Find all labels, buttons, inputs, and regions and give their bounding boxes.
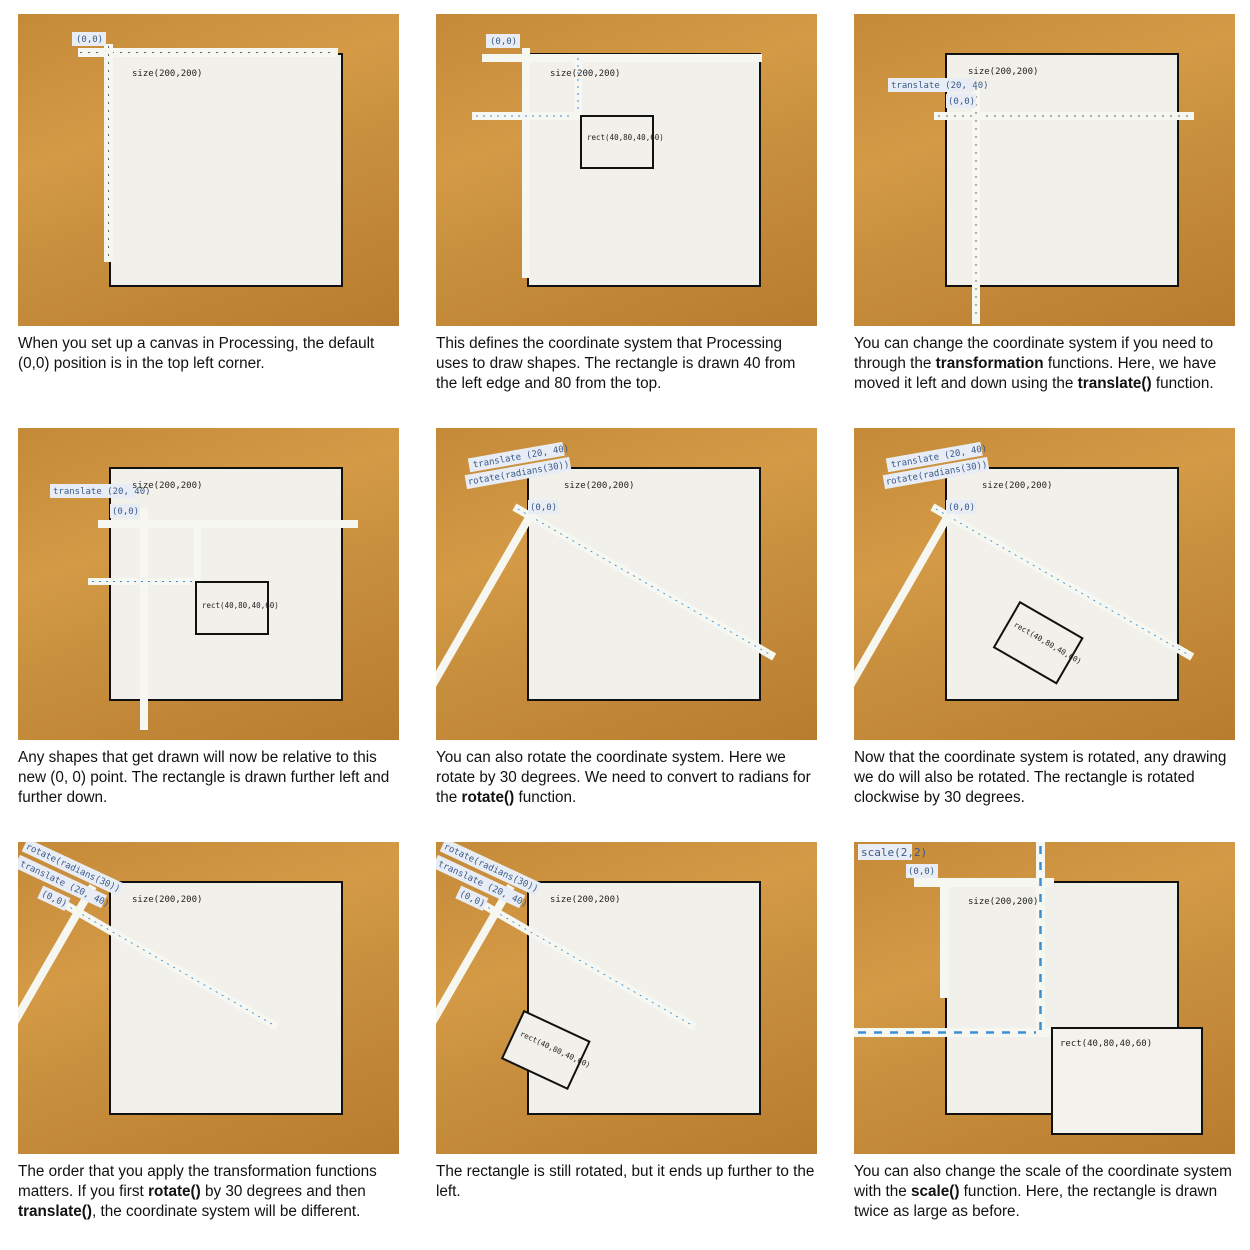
rotated-y-axis bbox=[854, 498, 961, 711]
translate-label: translate (20, 40) bbox=[891, 81, 989, 91]
panel-8-caption: The rectangle is still rotated, but it e… bbox=[436, 1162, 817, 1202]
size-label: size(200,200) bbox=[550, 69, 620, 79]
scale-label: scale(2,2) bbox=[861, 846, 927, 859]
caption-term: rotate() bbox=[461, 789, 515, 806]
y-axis-strip bbox=[522, 48, 530, 278]
panel-2-illustration: (0,0) size(200,200) rect(40,80,40,60) bbox=[472, 34, 762, 287]
panel-1-illustration: (0,0) size(200,200) bbox=[72, 32, 343, 287]
origin-label: (0,0) bbox=[948, 97, 975, 107]
panel-7-caption: The order that you apply the transformat… bbox=[18, 1162, 399, 1222]
size-label: size(200,200) bbox=[564, 481, 634, 491]
translated-y-axis bbox=[140, 508, 148, 730]
origin-label: (0,0) bbox=[530, 503, 557, 513]
panel-9-caption: You can also change the scale of the coo… bbox=[854, 1162, 1235, 1222]
caption-term: translate() bbox=[1077, 375, 1152, 392]
rect-label: rect(40,80,40,60) bbox=[1060, 1039, 1152, 1049]
panel-8-photo: rotate(radians(30)) translate (20, 40) (… bbox=[436, 842, 817, 1154]
size-label: size(200,200) bbox=[968, 67, 1038, 77]
rotated-y-axis bbox=[18, 884, 97, 1044]
origin-label: (0,0) bbox=[76, 35, 103, 45]
panel-8-illustration: rotate(radians(30)) translate (20, 40) (… bbox=[436, 842, 761, 1115]
panel-1-photo: (0,0) size(200,200) bbox=[18, 14, 399, 326]
panel-9-photo: scale(2,2) (0,0) size(200,200) rect(40,8… bbox=[854, 842, 1235, 1154]
rotated-y-axis bbox=[436, 884, 515, 1044]
rect-label: rect(40,80,40,60) bbox=[202, 601, 279, 610]
x-axis-strip bbox=[914, 878, 1054, 887]
size-label: size(200,200) bbox=[550, 895, 620, 905]
rotated-y-axis bbox=[436, 498, 543, 711]
label-stack: rotate(radians(30)) translate (20, 40) (… bbox=[436, 842, 542, 911]
label-stack: rotate(radians(30)) translate (20, 40) (… bbox=[18, 842, 124, 911]
size-label: size(200,200) bbox=[968, 897, 1038, 907]
caption-term: scale() bbox=[910, 1183, 960, 1200]
y-axis-strip bbox=[104, 44, 113, 262]
paper-canvas bbox=[110, 54, 342, 286]
panel-2-caption: This defines the coordinate system that … bbox=[436, 334, 817, 394]
caption-text: Any shapes that get drawn will now be re… bbox=[18, 749, 390, 806]
translated-x-axis bbox=[98, 520, 358, 528]
caption-text: function. bbox=[514, 789, 577, 806]
panel-3-photo: translate (20, 40) (0,0) size(200,200) bbox=[854, 14, 1235, 326]
size-label: size(200,200) bbox=[132, 481, 202, 491]
origin-label: (0,0) bbox=[490, 37, 517, 47]
caption-text: by 30 degrees and then bbox=[200, 1183, 366, 1200]
panel-5-illustration: translate (20, 40) rotate(radians(30)) (… bbox=[436, 441, 777, 711]
size-label: size(200,200) bbox=[132, 69, 202, 79]
panel-5-caption: You can also rotate the coordinate syste… bbox=[436, 748, 817, 808]
panel-5-photo: translate (20, 40) rotate(radians(30)) (… bbox=[436, 428, 817, 740]
panel-2-photo: (0,0) size(200,200) rect(40,80,40,60) bbox=[436, 14, 817, 326]
caption-term: transformation bbox=[935, 355, 1044, 372]
caption-text: function. bbox=[1151, 375, 1214, 392]
panel-grid: (0,0) size(200,200) When you set up a ca… bbox=[0, 0, 1250, 1250]
origin-label: (0,0) bbox=[948, 503, 975, 513]
panel-7-photo: rotate(radians(30)) translate (20, 40) (… bbox=[18, 842, 399, 1154]
panel-1-caption: When you set up a canvas in Processing, … bbox=[18, 334, 399, 374]
caption-text: When you set up a canvas in Processing, … bbox=[18, 335, 375, 372]
panel-6-illustration: translate (20, 40) rotate(radians(30)) (… bbox=[854, 441, 1195, 711]
caption-term: translate() bbox=[18, 1203, 92, 1220]
y-offset-strip bbox=[194, 520, 201, 582]
rect-label: rect(40,80,40,60) bbox=[587, 133, 664, 142]
scaled-y-offset-strip bbox=[1036, 842, 1045, 1034]
panel-4-photo: translate (20, 40) (0,0) size(200,200) r… bbox=[18, 428, 399, 740]
caption-text: The rectangle is still rotated, but it e… bbox=[436, 1163, 815, 1200]
origin-label: (0,0) bbox=[908, 867, 935, 877]
paper-canvas bbox=[528, 54, 760, 286]
panel-6-caption: Now that the coordinate system is rotate… bbox=[854, 748, 1235, 808]
panel-4-illustration: translate (20, 40) (0,0) size(200,200) r… bbox=[50, 467, 358, 730]
origin-label: (0,0) bbox=[112, 507, 139, 517]
caption-text: , the coordinate system will be differen… bbox=[91, 1203, 361, 1220]
y-axis-strip bbox=[940, 878, 949, 998]
caption-term: rotate() bbox=[148, 1183, 201, 1200]
size-label: size(200,200) bbox=[982, 481, 1052, 491]
panel-6-photo: translate (20, 40) rotate(radians(30)) (… bbox=[854, 428, 1235, 740]
size-label: size(200,200) bbox=[132, 895, 202, 905]
panel-3-caption: You can change the coordinate system if … bbox=[854, 334, 1235, 394]
caption-text: Now that the coordinate system is rotate… bbox=[854, 749, 1227, 806]
panel-4-caption: Any shapes that get drawn will now be re… bbox=[18, 748, 399, 808]
caption-text: This defines the coordinate system that … bbox=[436, 335, 796, 392]
panel-3-illustration: translate (20, 40) (0,0) size(200,200) bbox=[888, 53, 1194, 324]
panel-9-illustration: scale(2,2) (0,0) size(200,200) rect(40,8… bbox=[854, 842, 1203, 1135]
panel-7-illustration: rotate(radians(30)) translate (20, 40) (… bbox=[18, 842, 343, 1115]
